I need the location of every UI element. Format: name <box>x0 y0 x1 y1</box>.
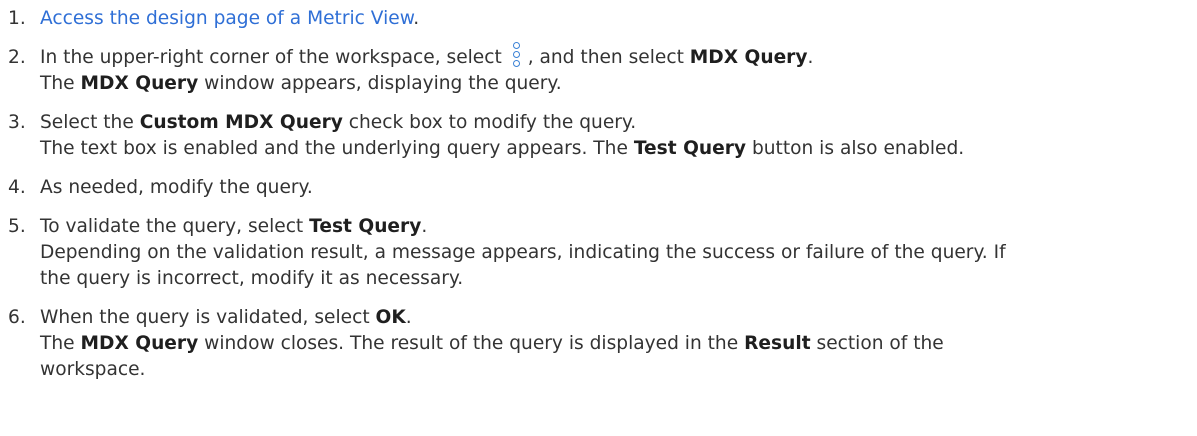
step-2: 2. In the upper-right corner of the work… <box>8 42 1193 97</box>
step-result-line: workspace. <box>40 359 146 380</box>
ui-term: MDX Query <box>80 333 199 354</box>
step-result-line: The MDX Query window closes. The result … <box>40 331 1193 357</box>
step-text: In the upper-right corner of the workspa… <box>40 47 502 68</box>
step-result-line: The text box is enabled and the underlyi… <box>40 136 1193 162</box>
ui-term: MDX Query <box>80 73 199 94</box>
ui-term: MDX Query <box>689 47 808 68</box>
metric-view-design-link[interactable]: Access the design page of a Metric View <box>40 8 413 29</box>
step-text: The text box is enabled and the underlyi… <box>40 138 628 159</box>
step-text: When the query is validated, select <box>40 307 370 328</box>
step-body: Access the design page of a Metric View. <box>40 6 1193 32</box>
ui-term: Custom MDX Query <box>139 112 343 133</box>
step-text: To validate the query, select <box>40 216 304 237</box>
step-line: Select the Custom MDX Query check box to… <box>40 110 1193 136</box>
step-number: 6. <box>8 307 26 328</box>
step-6: 6. When the query is validated, select O… <box>8 305 1193 383</box>
step-text: . <box>807 47 814 68</box>
step-4: 4. As needed, modify the query. <box>8 175 1193 201</box>
step-text: . <box>405 307 412 328</box>
step-1: 1. Access the design page of a Metric Vi… <box>8 6 1193 32</box>
step-body: As needed, modify the query. <box>40 177 313 198</box>
step-result-line: the query is incorrect, modify it as nec… <box>40 268 464 289</box>
step-body: Select the Custom MDX Query check box to… <box>40 110 1193 162</box>
more-vertical-icon <box>512 42 522 71</box>
step-text: The <box>40 333 75 354</box>
step-number: 3. <box>8 112 26 133</box>
step-text: . <box>421 216 428 237</box>
step-text: . <box>413 8 420 29</box>
step-number: 1. <box>8 8 26 29</box>
step-result-line: The MDX Query window appears, displaying… <box>40 71 1193 97</box>
step-5: 5. To validate the query, select Test Qu… <box>8 214 1193 292</box>
ui-term: OK <box>375 307 406 328</box>
step-text: window closes. The result of the query i… <box>204 333 739 354</box>
step-number: 4. <box>8 177 26 198</box>
step-text: , and then select <box>527 47 684 68</box>
ui-term: Test Query <box>633 138 747 159</box>
step-number: 5. <box>8 216 26 237</box>
procedure-steps: 1. Access the design page of a Metric Vi… <box>8 0 1193 396</box>
step-line: When the query is validated, select OK. <box>40 305 1193 331</box>
ui-term: Result <box>744 333 811 354</box>
step-result-line: Depending on the validation result, a me… <box>40 242 1006 263</box>
step-body: To validate the query, select Test Query… <box>40 214 1193 292</box>
step-line: To validate the query, select Test Query… <box>40 214 1193 240</box>
step-text: section of the <box>816 333 944 354</box>
step-body: When the query is validated, select OK. … <box>40 305 1193 383</box>
step-number: 2. <box>8 47 26 68</box>
step-3: 3. Select the Custom MDX Query check box… <box>8 110 1193 162</box>
step-text: check box to modify the query. <box>348 112 637 133</box>
step-text: The <box>40 73 75 94</box>
step-text: window appears, displaying the query. <box>204 73 562 94</box>
step-line: In the upper-right corner of the workspa… <box>40 42 1193 71</box>
step-body: In the upper-right corner of the workspa… <box>40 42 1193 97</box>
ui-term: Test Query <box>309 216 422 237</box>
step-text: Select the <box>40 112 134 133</box>
step-text: button is also enabled. <box>751 138 965 159</box>
